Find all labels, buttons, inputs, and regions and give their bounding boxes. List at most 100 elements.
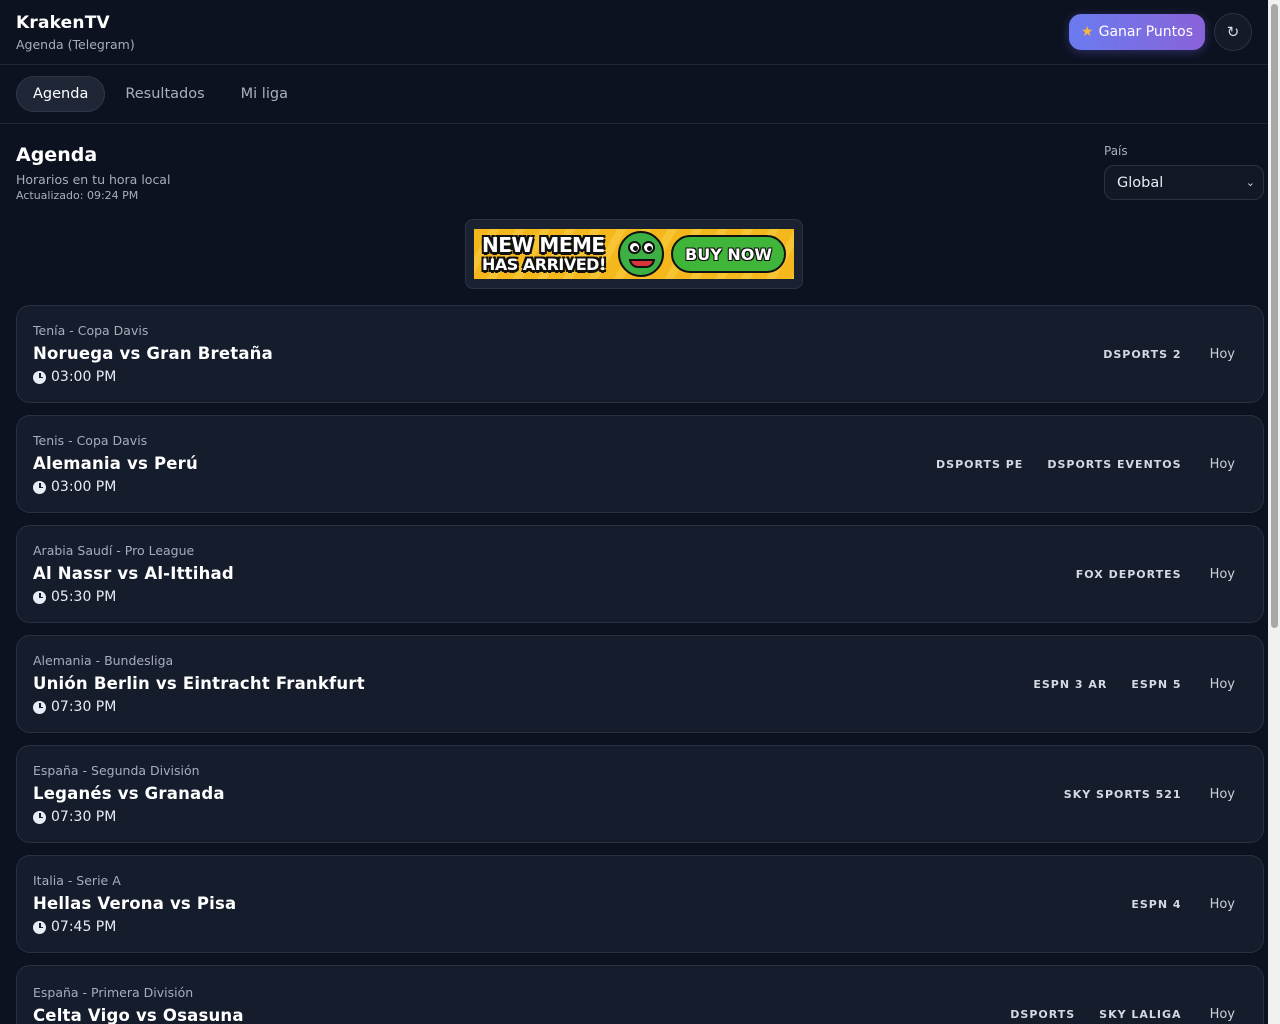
country-selected-value: Global — [1117, 174, 1164, 191]
event-title: Celta Vigo vs Osasuna — [33, 1005, 244, 1024]
refresh-icon: ↻ — [1226, 23, 1240, 41]
event-time-value: 07:30 PM — [51, 809, 117, 825]
scrollbar-thumb[interactable] — [1271, 4, 1278, 628]
clock-icon — [33, 590, 46, 604]
channel-badge: DSPORTS EVENTOS — [1047, 457, 1182, 471]
clock-icon — [33, 480, 46, 494]
channel-badge: DSPORTS — [1010, 1007, 1076, 1021]
event-card[interactable]: Tenis - Copa Davis Alemania vs Perú 03:0… — [16, 415, 1264, 513]
event-title: Alemania vs Perú — [33, 454, 198, 473]
tab-resultados[interactable]: Resultados — [109, 76, 220, 112]
event-card[interactable]: Arabia Saudí - Pro League Al Nassr vs Al… — [16, 525, 1264, 623]
ad-banner-image: NEW MEME HAS ARRIVED! BUY NOW — [474, 229, 794, 279]
star-icon: ★ — [1081, 24, 1094, 40]
chevron-down-icon: ⌄ — [1245, 176, 1255, 189]
event-title: Leganés vs Granada — [33, 784, 225, 803]
brand: KrakenTV Agenda (Telegram) — [16, 13, 135, 52]
channel-badge: ESPN 4 — [1131, 897, 1182, 911]
earn-points-button[interactable]: ★ Ganar Puntos — [1069, 14, 1205, 50]
section-subtitle: Horarios en tu hora local — [16, 172, 171, 187]
event-day: Hoy — [1209, 346, 1235, 362]
event-card[interactable]: Tenía - Copa Davis Noruega vs Gran Breta… — [16, 305, 1264, 403]
tab-agenda[interactable]: Agenda — [16, 76, 106, 112]
event-card[interactable]: España - Primera División Celta Vigo vs … — [16, 965, 1264, 1024]
event-info: Italia - Serie A Hellas Verona vs Pisa 0… — [33, 873, 236, 935]
clock-icon — [33, 700, 46, 714]
ad-banner-row: NEW MEME HAS ARRIVED! BUY NOW — [0, 219, 1268, 305]
ad-banner[interactable]: NEW MEME HAS ARRIVED! BUY NOW — [465, 219, 803, 289]
clock-icon — [33, 370, 46, 384]
country-label: País — [1104, 144, 1128, 158]
channel-badge: DSPORTS 2 — [1103, 347, 1182, 361]
event-list: Tenía - Copa Davis Noruega vs Gran Breta… — [0, 305, 1268, 1024]
event-time: 05:30 PM — [33, 589, 234, 605]
event-time-value: 05:30 PM — [51, 589, 117, 605]
event-title: Unión Berlin vs Eintracht Frankfurt — [33, 674, 365, 693]
channel-list: DSPORTS 2 — [1103, 348, 1181, 361]
event-time-value: 07:30 PM — [51, 699, 117, 715]
header-actions: ★ Ganar Puntos ↻ — [1069, 13, 1252, 51]
event-time: 07:30 PM — [33, 699, 365, 715]
event-league: Italia - Serie A — [33, 873, 121, 888]
frog-mascot-icon — [618, 231, 665, 277]
channel-list: FOX DEPORTES — [1076, 568, 1182, 581]
event-day: Hoy — [1209, 896, 1235, 912]
event-time: 07:30 PM — [33, 809, 225, 825]
app-subtitle: Agenda (Telegram) — [16, 36, 135, 52]
event-meta: ESPN 3 AR ESPN 5 Hoy — [1033, 677, 1235, 692]
event-card[interactable]: España - Segunda División Leganés vs Gra… — [16, 745, 1264, 843]
event-league: Arabia Saudí - Pro League — [33, 543, 195, 558]
event-day: Hoy — [1209, 786, 1235, 802]
event-meta: DSPORTS 2 Hoy — [1103, 347, 1235, 362]
earn-points-label: Ganar Puntos — [1098, 24, 1193, 40]
refresh-button[interactable]: ↻ — [1214, 13, 1252, 51]
section-heading: Agenda Horarios en tu hora local Actuali… — [16, 144, 170, 219]
event-league: Tenía - Copa Davis — [33, 323, 149, 338]
event-time-value: 07:45 PM — [51, 919, 117, 935]
ad-banner-subheadline: HAS ARRIVED! — [482, 255, 606, 274]
section-header: Agenda Horarios en tu hora local Actuali… — [0, 124, 1268, 219]
channel-list: ESPN 4 — [1131, 898, 1181, 911]
event-title: Noruega vs Gran Bretaña — [33, 344, 273, 363]
buy-now-button[interactable]: BUY NOW — [671, 235, 786, 273]
event-time-value: 03:00 PM — [51, 479, 117, 495]
event-league: Tenis - Copa Davis — [33, 433, 148, 448]
channel-badge: DSPORTS PE — [936, 457, 1024, 471]
event-time: 07:45 PM — [33, 919, 236, 935]
event-time-value: 03:00 PM — [51, 369, 117, 385]
event-day: Hoy — [1209, 1006, 1235, 1022]
channel-badge: ESPN 5 — [1131, 677, 1182, 691]
event-title: Hellas Verona vs Pisa — [33, 894, 237, 913]
event-meta: SKY SPORTS 521 Hoy — [1064, 787, 1235, 802]
event-info: Alemania - Bundesliga Unión Berlin vs Ei… — [33, 653, 365, 715]
event-info: Arabia Saudí - Pro League Al Nassr vs Al… — [33, 543, 234, 605]
channel-badge: ESPN 3 AR — [1033, 677, 1108, 691]
event-card[interactable]: Alemania - Bundesliga Unión Berlin vs Ei… — [16, 635, 1264, 733]
event-day: Hoy — [1209, 566, 1235, 582]
event-meta: ESPN 4 Hoy — [1131, 897, 1235, 912]
updated-timestamp: Actualizado: 09:24 PM — [16, 189, 139, 202]
event-league: Alemania - Bundesliga — [33, 653, 174, 668]
event-day: Hoy — [1209, 676, 1235, 692]
channel-list: ESPN 3 AR ESPN 5 — [1033, 678, 1181, 691]
channel-list: DSPORTS SKY LALIGA — [1010, 1008, 1181, 1021]
event-card[interactable]: Italia - Serie A Hellas Verona vs Pisa 0… — [16, 855, 1264, 953]
section-title: Agenda — [16, 144, 98, 166]
event-league: España - Primera División — [33, 984, 194, 1000]
channel-badge: SKY SPORTS 521 — [1063, 787, 1182, 801]
channel-list: SKY SPORTS 521 — [1064, 788, 1182, 801]
ad-banner-text: NEW MEME HAS ARRIVED! — [482, 235, 606, 273]
clock-icon — [33, 920, 46, 934]
channel-badge: FOX DEPORTES — [1075, 567, 1182, 581]
app-title: KrakenTV — [16, 12, 110, 33]
event-time: 03:00 PM — [33, 479, 198, 495]
app-root: KrakenTV Agenda (Telegram) ★ Ganar Punto… — [0, 0, 1268, 1024]
country-filter: País Global ⌄ — [1104, 144, 1264, 219]
event-info: Tenía - Copa Davis Noruega vs Gran Breta… — [33, 323, 273, 385]
page-scrollbar[interactable] — [1268, 0, 1280, 1024]
clock-icon — [33, 810, 46, 824]
tab-mi-liga[interactable]: Mi liga — [225, 76, 304, 112]
country-select[interactable]: Global ⌄ — [1104, 165, 1264, 200]
event-league: España - Segunda División — [33, 763, 200, 778]
event-meta: DSPORTS SKY LALIGA Hoy — [1010, 1007, 1235, 1022]
